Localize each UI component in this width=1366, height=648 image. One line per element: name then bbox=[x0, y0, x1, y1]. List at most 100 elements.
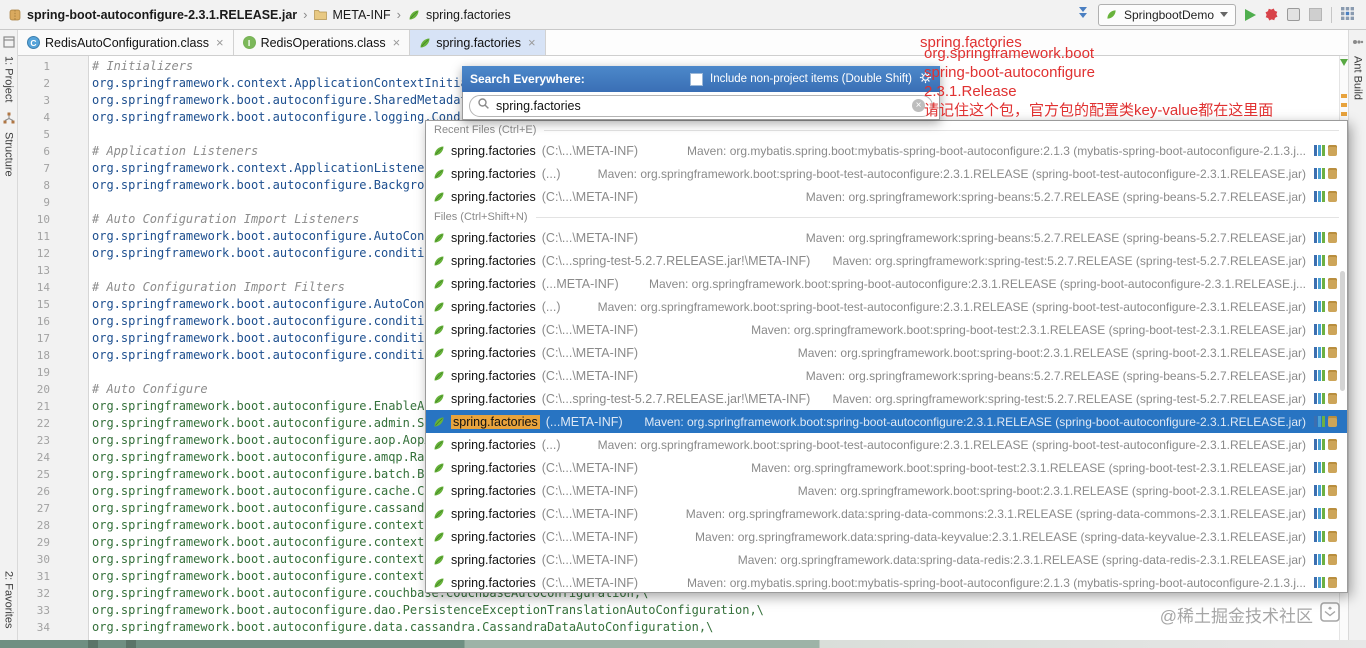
search-result-row[interactable]: spring.factories (C:\...\META-INF) Maven… bbox=[426, 341, 1347, 364]
line-number: 34 bbox=[36, 621, 50, 634]
search-everywhere-popup: Search Everywhere: Include non-project i… bbox=[462, 66, 940, 120]
result-path: (C:\...\META-INF) bbox=[541, 575, 639, 590]
line-number: 17 bbox=[36, 332, 50, 345]
search-result-row[interactable]: spring.factories (C:\...\META-INF) Maven… bbox=[426, 318, 1347, 341]
result-maven-info: Maven: org.springframework.boot:spring-b… bbox=[751, 322, 1306, 337]
search-result-row[interactable]: spring.factories (...) Maven: org.spring… bbox=[426, 295, 1347, 318]
result-filename: spring.factories bbox=[451, 483, 536, 498]
result-trailing-icons bbox=[1314, 232, 1337, 243]
search-result-row[interactable]: spring.factories (C:\...\META-INF) Maven… bbox=[426, 226, 1347, 249]
code-line[interactable]: # Initializers bbox=[92, 58, 193, 75]
update-project-icon[interactable] bbox=[1077, 6, 1089, 23]
jar-icon bbox=[1328, 554, 1337, 565]
tool-window-button-project[interactable]: 1: Project bbox=[3, 56, 15, 102]
coverage-icon[interactable] bbox=[1287, 8, 1300, 21]
search-result-row[interactable]: spring.factories (C:\...\META-INF) Maven… bbox=[426, 364, 1347, 387]
tool-window-button-ant-build[interactable]: Ant Build bbox=[1352, 56, 1364, 100]
tab-spring-factories[interactable]: spring.factories × bbox=[410, 30, 546, 55]
breadcrumb-jar[interactable]: spring-boot-autoconfigure-2.3.1.RELEASE.… bbox=[27, 8, 297, 22]
library-icon bbox=[1314, 370, 1325, 381]
line-number: 9 bbox=[43, 196, 50, 209]
line-number: 23 bbox=[36, 434, 50, 447]
result-filename: spring.factories bbox=[451, 506, 536, 521]
warning-marker[interactable] bbox=[1341, 103, 1347, 107]
window-icon[interactable] bbox=[2, 35, 15, 48]
close-tab-icon[interactable]: × bbox=[528, 35, 536, 50]
code-line[interactable]: org.springframework.context.ApplicationC… bbox=[92, 75, 518, 92]
toolbar-divider bbox=[1331, 6, 1332, 23]
line-number: 6 bbox=[43, 145, 50, 158]
warning-marker[interactable] bbox=[1341, 112, 1347, 116]
run-configuration-select[interactable]: SpringbootDemo bbox=[1097, 3, 1236, 26]
result-trailing-icons bbox=[1314, 462, 1337, 473]
breadcrumb-file[interactable]: spring.factories bbox=[426, 8, 511, 22]
ant-icon[interactable] bbox=[1352, 35, 1364, 47]
tab-redis-operations[interactable]: I RedisOperations.class × bbox=[233, 30, 411, 55]
tab-redis-auto-configuration[interactable]: C RedisAutoConfiguration.class × bbox=[18, 30, 234, 55]
annotation-line: spring-boot-autoconfigure bbox=[924, 64, 1095, 81]
breadcrumb-meta-inf[interactable]: META-INF bbox=[333, 8, 391, 22]
warning-marker[interactable] bbox=[1341, 94, 1347, 98]
run-button[interactable] bbox=[1245, 8, 1256, 21]
include-non-project-label: Include non-project items (Double Shift) bbox=[710, 73, 912, 85]
search-box[interactable]: × bbox=[469, 94, 933, 117]
search-result-row[interactable]: spring.factories (C:\...\META-INF) Maven… bbox=[426, 548, 1347, 571]
tool-window-button-structure[interactable]: Structure bbox=[3, 132, 15, 177]
tool-windows-grid-icon[interactable] bbox=[1341, 6, 1354, 23]
code-line[interactable]: # Application Listeners bbox=[92, 143, 258, 160]
interface-icon: I bbox=[242, 36, 256, 49]
search-input[interactable] bbox=[496, 97, 906, 114]
search-result-row[interactable]: spring.factories (C:\...\META-INF) Maven… bbox=[426, 525, 1347, 548]
result-path: (...META-INF) bbox=[541, 276, 619, 291]
search-result-row[interactable]: spring.factories (...) Maven: org.spring… bbox=[426, 162, 1347, 185]
jar-icon bbox=[1328, 324, 1337, 335]
search-result-row[interactable]: spring.factories (C:\...\META-INF) Maven… bbox=[426, 502, 1347, 525]
line-number: 13 bbox=[36, 264, 50, 277]
spring-leaf-icon bbox=[407, 8, 421, 22]
result-filename: spring.factories bbox=[451, 253, 536, 268]
result-filename: spring.factories bbox=[451, 299, 536, 314]
result-trailing-icons bbox=[1314, 145, 1337, 156]
list-scrollbar[interactable] bbox=[1340, 271, 1345, 391]
search-result-row[interactable]: spring.factories (...) Maven: org.spring… bbox=[426, 433, 1347, 456]
search-result-row[interactable]: spring.factories (C:\...\META-INF) Maven… bbox=[426, 139, 1347, 162]
library-icon bbox=[1314, 531, 1325, 542]
search-result-row[interactable]: spring.factories (C:\...spring-test-5.2.… bbox=[426, 387, 1347, 410]
include-non-project-checkbox[interactable] bbox=[690, 72, 703, 86]
result-trailing-icons bbox=[1314, 416, 1337, 427]
result-path: (C:\...\META-INF) bbox=[541, 506, 639, 521]
search-result-row[interactable]: spring.factories (C:\...\META-INF) Maven… bbox=[426, 185, 1347, 208]
result-filename: spring.factories bbox=[451, 368, 536, 383]
code-line-row: 34 org.springframework.boot.autoconfigur… bbox=[18, 619, 1340, 636]
run-toolbar: SpringbootDemo bbox=[1077, 3, 1366, 26]
jar-icon bbox=[1328, 347, 1337, 358]
code-line[interactable]: org.springframework.boot.autoconfigure.d… bbox=[92, 619, 713, 636]
close-tab-icon[interactable]: × bbox=[393, 35, 401, 50]
library-icon bbox=[1314, 508, 1325, 519]
profiler-splat-icon[interactable] bbox=[1265, 8, 1278, 21]
search-result-row[interactable]: spring.factories (C:\...\META-INF) Maven… bbox=[426, 456, 1347, 479]
code-line[interactable]: # Auto Configuration Import Listeners bbox=[92, 211, 359, 228]
tool-window-button-favorites[interactable]: 2: Favorites bbox=[3, 571, 15, 628]
jar-icon bbox=[1328, 508, 1337, 519]
search-result-row[interactable]: spring.factories (...META-INF) Maven: or… bbox=[426, 410, 1347, 433]
files-rows: spring.factories (C:\...\META-INF) Maven… bbox=[426, 226, 1347, 592]
code-line[interactable]: # Auto Configuration Import Filters bbox=[92, 279, 345, 296]
search-result-row[interactable]: spring.factories (C:\...\META-INF) Maven… bbox=[426, 479, 1347, 502]
close-tab-icon[interactable]: × bbox=[216, 35, 224, 50]
search-result-row[interactable]: spring.factories (...META-INF) Maven: or… bbox=[426, 272, 1347, 295]
annotation-line: 2.3.1.Release bbox=[924, 83, 1017, 100]
line-number: 15 bbox=[36, 298, 50, 311]
code-line[interactable]: # Auto Configure bbox=[92, 381, 208, 398]
code-line[interactable]: org.springframework.context.ApplicationL… bbox=[92, 160, 446, 177]
watermark: @稀土掘金技术社区 bbox=[1160, 602, 1340, 627]
line-number: 31 bbox=[36, 570, 50, 583]
structure-icon[interactable] bbox=[3, 111, 15, 124]
spring-leaf-icon bbox=[433, 531, 445, 543]
result-trailing-icons bbox=[1314, 393, 1337, 404]
result-trailing-icons bbox=[1314, 508, 1337, 519]
search-result-row[interactable]: spring.factories (C:\...spring-test-5.2.… bbox=[426, 249, 1347, 272]
code-line[interactable]: org.springframework.boot.autoconfigure.d… bbox=[92, 602, 764, 619]
search-result-row[interactable]: spring.factories (C:\...\META-INF) Maven… bbox=[426, 571, 1347, 592]
library-icon bbox=[1314, 191, 1325, 202]
